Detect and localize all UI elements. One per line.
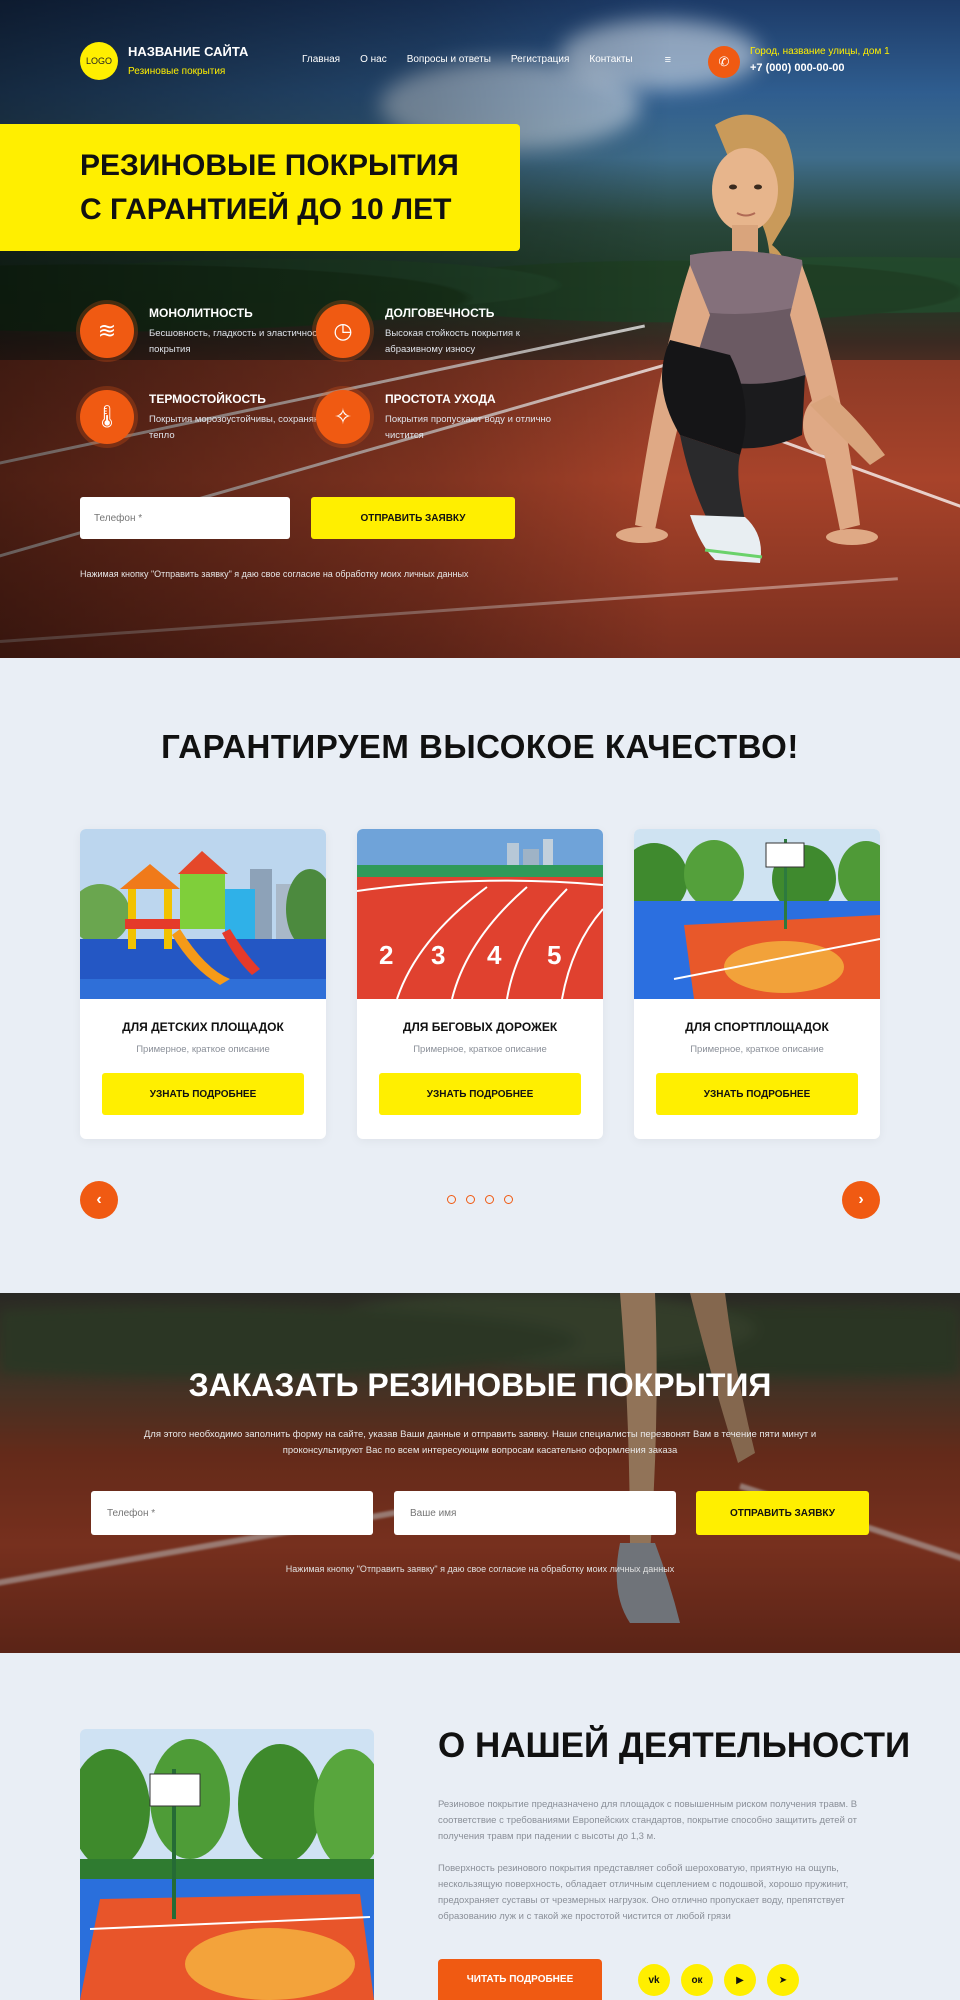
- quality-section-title: ГАРАНТИРУЕМ ВЫСОКОЕ КАЧЕСТВО!: [161, 728, 799, 765]
- site-header: LOGO НАЗВАНИЕ САЙТА Резиновые покрытия Г…: [80, 42, 890, 82]
- feature-easy-care: ✧ ПРОСТОТА УХОДА Покрытия пропускают вод…: [316, 390, 556, 450]
- nav-item-registration[interactable]: Регистрация: [511, 54, 569, 66]
- card-description: Примерное, краткое описание: [136, 1044, 270, 1055]
- hero-title-line2: С ГАРАНТИЕЙ ДО 10 ЛЕТ: [80, 193, 452, 226]
- about-title: О НАШЕЙ ДЕЯТЕЛЬНОСТИ: [438, 1726, 911, 1765]
- order-consent-text: Нажимая кнопку "Отправить заявку" я даю …: [285, 1564, 675, 1574]
- hero-title: РЕЗИНОВЫЕ ПОКРЫТИЯ С ГАРАНТИЕЙ ДО 10 ЛЕТ: [80, 144, 510, 232]
- feature-text: Высокая стойкость покрытия к абразивному…: [385, 328, 520, 355]
- carousel-dot[interactable]: [485, 1195, 494, 1204]
- address: Город, название улицы, дом 1: [750, 46, 890, 57]
- feature-title: МОНОЛИТНОСТЬ: [149, 306, 253, 320]
- card-description: Примерное, краткое описание: [690, 1044, 824, 1055]
- about-paragraph: Резиновое покрытие предназначено для пло…: [438, 1799, 858, 1842]
- telegram-icon[interactable]: ➤: [767, 1964, 799, 1996]
- nav-item-faq[interactable]: Вопросы и ответы: [407, 54, 491, 66]
- feature-title: ДОЛГОВЕЧНОСТЬ: [385, 306, 495, 320]
- feature-text: Покрытия морозоустойчивы, сохраняют тепл…: [149, 414, 326, 441]
- playground-image: [80, 829, 326, 999]
- lane-number: 3: [431, 940, 445, 970]
- feature-title: ТЕРМОСТОЙКОСТЬ: [149, 392, 266, 406]
- athlete-image: [616, 114, 885, 563]
- card-title: ДЛЯ СПОРТПЛОЩАДОК: [685, 1020, 829, 1034]
- running-track-image: 2 3 4 5: [357, 829, 603, 999]
- nav-item-home[interactable]: Главная: [302, 54, 340, 66]
- thermometer-icon: 🌡: [80, 390, 134, 444]
- hero-submit-button[interactable]: ОТПРАВИТЬ ЗАЯВКУ: [311, 497, 515, 539]
- order-phone-input[interactable]: [91, 1491, 373, 1535]
- site-name: НАЗВАНИЕ САЙТА: [128, 44, 249, 59]
- clock-icon: ◷: [316, 304, 370, 358]
- card-description: Примерное, краткое описание: [413, 1044, 547, 1055]
- order-description: Для этого необходимо заполнить форму на …: [143, 1429, 817, 1456]
- lane-number: 2: [379, 940, 393, 970]
- phone-icon[interactable]: ✆: [708, 46, 740, 78]
- card-sports-grounds: ДЛЯ СПОРТПЛОЩАДОК Примерное, краткое опи…: [634, 829, 880, 1139]
- broom-icon: ✧: [316, 390, 370, 444]
- hero-phone-input[interactable]: [80, 497, 290, 539]
- nav-item-contacts[interactable]: Контакты: [589, 54, 632, 66]
- feature-text: Бесшовность, гладкость и эластичность по…: [149, 328, 327, 355]
- main-nav: Главная О нас Вопросы и ответы Регистрац…: [302, 54, 671, 66]
- layers-icon: ≋: [80, 304, 134, 358]
- feature-durability: ◷ ДОЛГОВЕЧНОСТЬ Высокая стойкость покрыт…: [316, 304, 556, 364]
- logo[interactable]: LOGO: [80, 42, 118, 80]
- order-title: ЗАКАЗАТЬ РЕЗИНОВЫЕ ПОКРЫТИЯ: [188, 1367, 772, 1403]
- carousel-next-button[interactable]: ›: [842, 1181, 880, 1219]
- lane-number: 4: [487, 940, 502, 970]
- carousel-dot[interactable]: [504, 1195, 513, 1204]
- card-title: ДЛЯ ДЕТСКИХ ПЛОЩАДОК: [122, 1020, 284, 1034]
- order-section: ЗАКАЗАТЬ РЕЗИНОВЫЕ ПОКРЫТИЯ Для этого не…: [0, 1293, 960, 1653]
- card-more-button[interactable]: УЗНАТЬ ПОДРОБНЕЕ: [379, 1073, 581, 1115]
- card-playgrounds: ДЛЯ ДЕТСКИХ ПЛОЩАДОК Примерное, краткое …: [80, 829, 326, 1139]
- carousel-prev-button[interactable]: ‹: [80, 1181, 118, 1219]
- menu-icon[interactable]: ≡: [665, 54, 671, 66]
- youtube-icon[interactable]: ▶: [724, 1964, 756, 1996]
- phone-number[interactable]: +7 (000) 000-00-00: [750, 62, 844, 74]
- about-paragraph: Поверхность резинового покрытия представ…: [438, 1863, 849, 1922]
- read-more-button[interactable]: ЧИТАТЬ ПОДРОБНЕЕ: [438, 1959, 602, 2000]
- hero-title-line1: РЕЗИНОВЫЕ ПОКРЫТИЯ: [80, 149, 459, 182]
- basketball-court-image: [634, 829, 880, 999]
- carousel-dot[interactable]: [466, 1195, 475, 1204]
- feature-thermo: 🌡 ТЕРМОСТОЙКОСТЬ Покрытия морозоустойчив…: [80, 390, 325, 450]
- hero-title-banner: РЕЗИНОВЫЕ ПОКРЫТИЯ С ГАРАНТИЕЙ ДО 10 ЛЕТ: [0, 124, 520, 251]
- vk-icon[interactable]: vk: [638, 1964, 670, 1996]
- feature-title: ПРОСТОТА УХОДА: [385, 392, 496, 406]
- card-running-tracks: 2 3 4 5 ДЛЯ БЕГОВЫХ ДОРОЖЕК Примерное, к…: [357, 829, 603, 1139]
- about-basketball-image: [80, 1729, 374, 2000]
- card-more-button[interactable]: УЗНАТЬ ПОДРОБНЕЕ: [102, 1073, 304, 1115]
- odnoklassniki-icon[interactable]: ок: [681, 1964, 713, 1996]
- card-title: ДЛЯ БЕГОВЫХ ДОРОЖЕК: [402, 1020, 558, 1034]
- hero-consent-text: Нажимая кнопку "Отправить заявку" я даю …: [80, 569, 469, 579]
- carousel-pagination: [447, 1195, 513, 1204]
- nav-item-about[interactable]: О нас: [360, 54, 387, 66]
- carousel-dot[interactable]: [447, 1195, 456, 1204]
- card-more-button[interactable]: УЗНАТЬ ПОДРОБНЕЕ: [656, 1073, 858, 1115]
- order-submit-button[interactable]: ОТПРАВИТЬ ЗАЯВКУ: [696, 1491, 869, 1535]
- order-name-input[interactable]: [394, 1491, 676, 1535]
- lane-number: 5: [547, 940, 561, 970]
- feature-text: Покрытия пропускают воду и отлично чисти…: [385, 414, 552, 441]
- hero-section: LOGO НАЗВАНИЕ САЙТА Резиновые покрытия Г…: [0, 0, 960, 658]
- feature-monolith: ≋ МОНОЛИТНОСТЬ Бесшовность, гладкость и …: [80, 304, 326, 364]
- site-subtitle: Резиновые покрытия: [128, 66, 226, 77]
